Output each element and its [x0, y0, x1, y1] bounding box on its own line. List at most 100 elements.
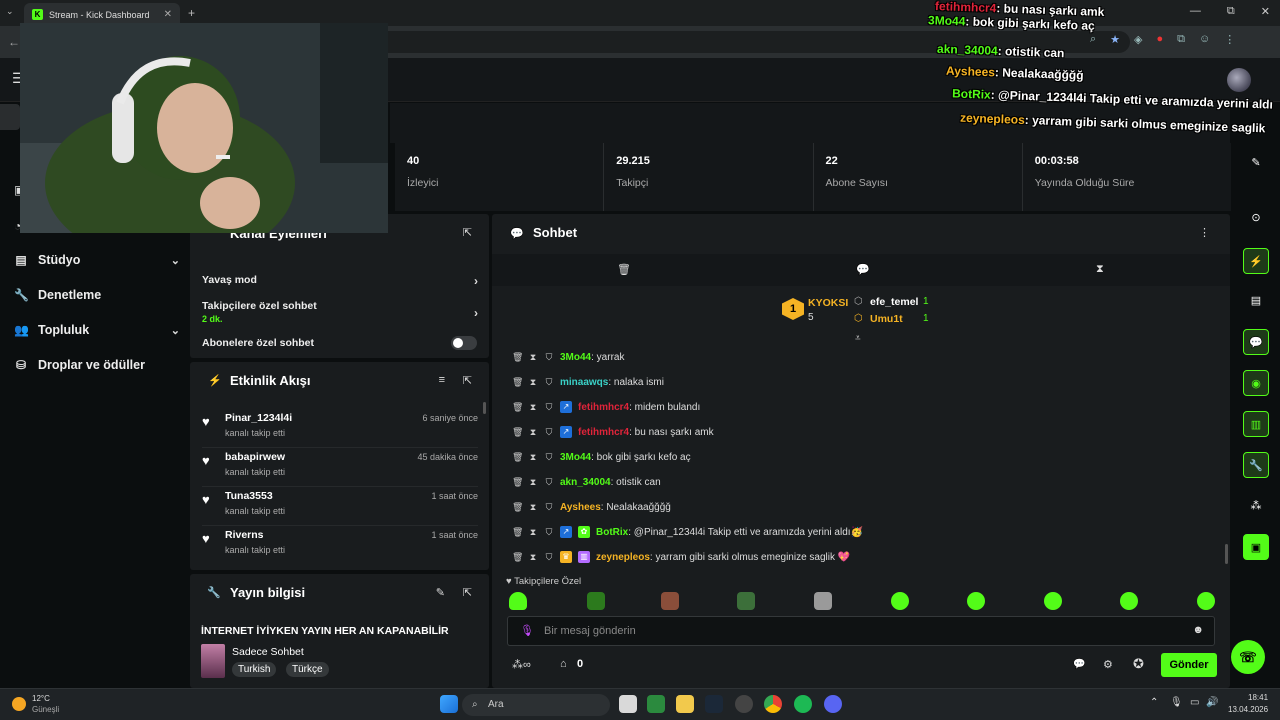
emote-icon[interactable] [814, 592, 832, 610]
extension-icon[interactable]: ◈ [1134, 33, 1142, 46]
popout-icon[interactable]: ⇱ [463, 374, 472, 387]
hourglass-icon[interactable]: ⧗ [528, 427, 538, 438]
app-icon[interactable] [735, 695, 753, 713]
kick-points-icon[interactable]: ⁂∞ [512, 658, 531, 671]
scrollbar[interactable] [483, 402, 486, 414]
store-icon[interactable]: ⌂ [560, 658, 567, 670]
pencil-icon[interactable]: ✎ [436, 586, 445, 599]
trash-icon[interactable]: 🗑 [512, 527, 523, 538]
speaker-icon[interactable]: 🔊 [1206, 697, 1218, 708]
trash-icon[interactable]: 🗑 [512, 402, 523, 413]
hourglass-icon[interactable]: ⧗ [528, 402, 538, 413]
chat-username[interactable]: 3Mo44 [560, 452, 591, 463]
gifter-name[interactable]: efe_temel [870, 296, 918, 308]
emote-icon[interactable] [509, 592, 527, 610]
hourglass-icon[interactable]: ⧗ [528, 552, 538, 563]
monitor-icon[interactable]: ▭ [1190, 697, 1199, 708]
trash-icon[interactable]: 🗑 [512, 477, 523, 488]
emote-icon[interactable] [1120, 592, 1138, 610]
trash-icon[interactable]: 🗑 [617, 263, 631, 276]
popout-icon[interactable]: ⇱ [463, 586, 472, 599]
steam-icon[interactable] [705, 695, 723, 713]
trash-icon[interactable]: 🗑 [512, 427, 523, 438]
chat-username[interactable]: Ayshees [560, 502, 601, 513]
add-widget-icon[interactable]: ▣ [1243, 534, 1269, 560]
hourglass-icon[interactable]: ⧗ [528, 502, 538, 513]
avatar[interactable] [1227, 68, 1251, 92]
shield-icon[interactable]: ⛉ [544, 452, 554, 463]
profile-icon[interactable]: ☺ [1199, 33, 1210, 46]
spotify-icon[interactable] [794, 695, 812, 713]
chat-username[interactable]: fetihmhcr4 [578, 427, 629, 438]
chrome-icon[interactable] [764, 695, 782, 713]
send-button[interactable]: Gönder [1161, 653, 1217, 677]
camera-icon[interactable]: ⊙ [1243, 205, 1269, 231]
hourglass-icon[interactable]: ⧗ [1096, 263, 1104, 276]
followers-only-row[interactable]: Takipçilere özel sohbet 2 dk. › [202, 300, 478, 324]
shield-icon[interactable]: ⛉ [544, 352, 554, 363]
weather-icon[interactable] [12, 697, 26, 711]
window-close-button[interactable]: ✕ [1261, 5, 1270, 18]
chat-username[interactable]: zeynepleos [596, 552, 650, 563]
trash-icon[interactable]: 🗑 [512, 377, 523, 388]
bookmark-star-icon[interactable]: ★ [1110, 33, 1120, 46]
emote-picker-icon[interactable]: ✪ [1133, 656, 1144, 672]
stream-info-icon[interactable]: ▥ [1243, 411, 1269, 437]
tab-close-icon[interactable]: ✕ [164, 9, 172, 20]
gifter-name[interactable]: Umu1t [870, 313, 903, 325]
chat-username[interactable]: BotRix [596, 527, 628, 538]
shield-icon[interactable]: ⛉ [544, 402, 554, 413]
hourglass-icon[interactable]: ⧗ [528, 477, 538, 488]
hourglass-icon[interactable]: ⧗ [528, 452, 538, 463]
emote-icon[interactable] [587, 592, 605, 610]
top-gifter-name[interactable]: KYOKSI [808, 297, 848, 309]
chat-input[interactable]: 🎙 Bir mesaj gönderin ☻ [507, 616, 1215, 646]
xbox-icon[interactable] [647, 695, 665, 713]
discord-icon[interactable] [824, 695, 842, 713]
shield-icon[interactable]: ⛉ [544, 377, 554, 388]
shield-icon[interactable]: ⛉ [544, 477, 554, 488]
subscribers-only-toggle[interactable] [451, 336, 477, 350]
chat-username[interactable]: minaawqs [560, 377, 608, 388]
shield-icon[interactable]: ⛉ [544, 427, 554, 438]
extension-icon[interactable]: ● [1157, 33, 1164, 46]
chat-username[interactable]: 3Mo44 [560, 352, 591, 363]
trash-icon[interactable]: 🗑 [512, 502, 523, 513]
gear-icon[interactable]: ⚙ [1103, 658, 1113, 671]
sidebar-item-community[interactable]: 👥 Topluluk ⌄ [14, 323, 180, 337]
scrollbar[interactable] [1225, 544, 1228, 564]
maximize-button[interactable]: ⧉ [1227, 5, 1235, 18]
shield-icon[interactable]: ⛉ [544, 502, 554, 513]
tag-pill[interactable]: Turkish [232, 662, 277, 677]
hourglass-icon[interactable]: ⧗ [528, 377, 538, 388]
new-tab-button[interactable]: + [188, 6, 195, 20]
hourglass-icon[interactable]: ⧗ [528, 527, 538, 538]
minimize-button[interactable]: — [1190, 5, 1201, 18]
filter-icon[interactable]: ≡ [439, 374, 445, 386]
sidebar-item-studio[interactable]: ▤ Stüdyo ⌄ [14, 253, 180, 267]
chrome-menu-icon[interactable]: ⋮ [1224, 33, 1235, 46]
emote-icon[interactable] [661, 592, 679, 610]
file-explorer-icon[interactable] [676, 695, 694, 713]
more-options-icon[interactable]: ⋮ [1199, 226, 1210, 239]
chat-bubble-icon[interactable]: 💬 [856, 263, 870, 276]
chat-username[interactable]: fetihmhcr4 [578, 402, 629, 413]
tag-pill[interactable]: Türkçe [286, 662, 329, 677]
microphone-icon[interactable]: 🎙 [1170, 697, 1183, 708]
tab-search-button[interactable]: ⌄ [6, 6, 14, 17]
zoom-icon[interactable]: ⌕ [1090, 33, 1096, 46]
chat-username[interactable]: akn_34004 [560, 477, 611, 488]
trash-icon[interactable]: 🗑 [512, 552, 523, 563]
emoji-picker-icon[interactable]: ☻ [1192, 624, 1204, 636]
chat-bubble-icon[interactable]: 💬 [1243, 329, 1269, 355]
lightning-icon[interactable]: ⚡ [1243, 248, 1269, 274]
shield-icon[interactable]: ⛉ [544, 527, 554, 538]
task-view-icon[interactable] [619, 695, 637, 713]
clock-time[interactable]: 18:41 [1248, 693, 1268, 702]
slow-mode-row[interactable]: Yavaş mod › [202, 274, 478, 288]
pencil-icon[interactable]: ✎ [1243, 150, 1269, 176]
sidebar-item-moderation[interactable]: 🔧 Denetleme [14, 288, 174, 302]
document-icon[interactable]: ▤ [1243, 288, 1269, 314]
emote-icon[interactable] [737, 592, 755, 610]
back-button[interactable]: ← [8, 35, 20, 49]
